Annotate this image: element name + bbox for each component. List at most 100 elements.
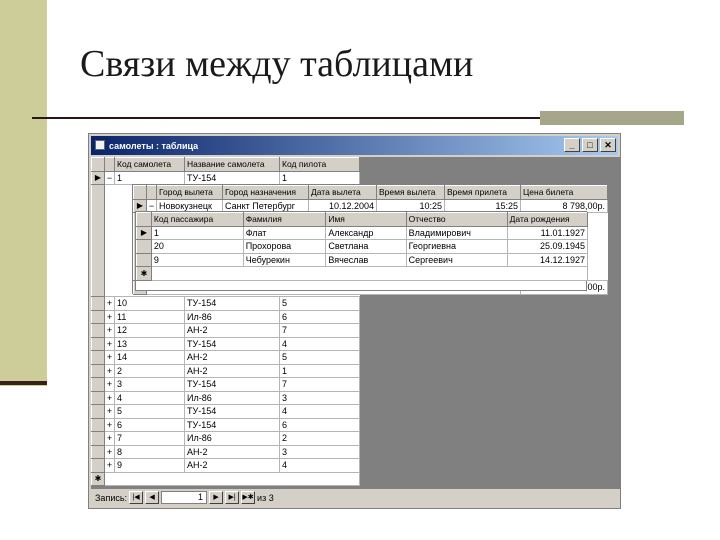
column-header[interactable]: Город вылета <box>156 185 223 200</box>
new-record-icon[interactable]: ▶✱ <box>241 491 256 504</box>
cell[interactable]: ТУ-154 <box>184 377 280 392</box>
table-row[interactable]: +2 АН-2 1 <box>91 363 360 378</box>
cell[interactable]: 12 <box>114 323 185 338</box>
cell[interactable]: Георгиевна <box>405 239 508 254</box>
cell[interactable]: 10 <box>114 296 185 311</box>
table-row[interactable]: +12 АН-2 7 <box>91 323 360 338</box>
column-header[interactable]: Цена билета <box>520 185 608 200</box>
cell[interactable]: АН-2 <box>184 444 280 459</box>
column-header[interactable]: Дата вылета <box>308 185 377 200</box>
cell[interactable]: 3 <box>114 377 185 392</box>
cell[interactable]: АН-2 <box>184 323 280 338</box>
cell[interactable]: ТУ-154 <box>184 336 280 351</box>
cell[interactable]: 25.09.1945 <box>506 239 589 254</box>
cell[interactable]: 20 <box>150 239 244 254</box>
expand-icon[interactable]: + <box>104 444 115 459</box>
table-row[interactable]: +7 Ил-86 2 <box>91 431 360 446</box>
window-titlebar[interactable]: самолеты : таблица _ □ ✕ <box>91 136 618 155</box>
expand-icon[interactable]: + <box>104 363 115 378</box>
record-number-input[interactable]: 1 <box>161 491 208 504</box>
cell[interactable]: АН-2 <box>184 363 280 378</box>
table-row[interactable]: +14 АН-2 5 <box>91 350 360 365</box>
table-row[interactable]: +10 ТУ-154 5 <box>91 296 360 311</box>
cell[interactable]: ТУ-154 <box>184 170 280 185</box>
cell[interactable]: Владимирович <box>405 225 508 240</box>
cell[interactable]: 4 <box>279 404 360 419</box>
table-row[interactable]: ▶ − 1 ТУ-154 1 <box>91 170 360 185</box>
table-row[interactable]: +4 Ил-86 3 <box>91 390 360 405</box>
table-row[interactable]: 20 Прохорова Светлана Георгиевна 25.09.1945 <box>136 239 589 254</box>
first-record-icon[interactable]: |◀ <box>129 491 144 504</box>
cell[interactable]: 6 <box>279 309 360 324</box>
cell[interactable]: 13 <box>114 336 185 351</box>
next-record-icon[interactable]: ▶ <box>209 491 224 504</box>
cell[interactable]: АН-2 <box>184 350 280 365</box>
table-row[interactable]: +6 ТУ-154 6 <box>91 417 360 432</box>
expand-icon[interactable]: + <box>104 323 115 338</box>
table-row[interactable]: +13 ТУ-154 4 <box>91 336 360 351</box>
expand-icon[interactable]: + <box>104 309 115 324</box>
cell[interactable]: Прохорова <box>242 239 327 254</box>
cell[interactable]: 5 <box>279 296 360 311</box>
table-row[interactable]: 9 Чебурекин Вячеслав Сергеевич 14.12.1927 <box>136 252 589 267</box>
table-row[interactable]: +3 ТУ-154 7 <box>91 377 360 392</box>
cell[interactable]: Чебурекин <box>242 252 327 267</box>
expand-icon[interactable]: + <box>104 390 115 405</box>
expand-icon[interactable]: + <box>104 296 115 311</box>
cell[interactable]: Ил-86 <box>184 309 280 324</box>
cell[interactable]: 1 <box>150 225 244 240</box>
cell[interactable]: 11.01.1927 <box>506 225 589 240</box>
cell[interactable]: 6 <box>279 417 360 432</box>
cell[interactable]: 7 <box>279 323 360 338</box>
cell[interactable]: ТУ-154 <box>184 296 280 311</box>
cell[interactable]: 9 <box>114 458 185 473</box>
column-header[interactable]: Код самолета <box>114 157 185 172</box>
current-record-icon[interactable]: ▶ <box>91 170 105 185</box>
cell[interactable]: Флат <box>242 225 327 240</box>
table-row[interactable]: +9 АН-2 4 <box>91 458 360 473</box>
cell[interactable]: Сергеевич <box>405 252 508 267</box>
cell[interactable]: Ил-86 <box>184 390 280 405</box>
column-header[interactable]: Время вылета <box>376 185 445 200</box>
cell[interactable]: 5 <box>279 350 360 365</box>
maximize-button[interactable]: □ <box>582 138 598 152</box>
cell[interactable]: 1 <box>114 170 185 185</box>
column-header[interactable]: Отчество <box>405 212 508 227</box>
column-header[interactable]: Название самолета <box>184 157 280 172</box>
cell[interactable]: Ил-86 <box>184 431 280 446</box>
expand-icon[interactable]: + <box>104 336 115 351</box>
column-header[interactable]: Время прилета <box>444 185 521 200</box>
table-row[interactable]: +5 ТУ-154 4 <box>91 404 360 419</box>
cell[interactable]: Александр <box>325 225 407 240</box>
cell[interactable]: 1 <box>279 363 360 378</box>
cell[interactable]: ТУ-154 <box>184 417 280 432</box>
collapse-icon[interactable]: − <box>104 170 115 185</box>
cell[interactable]: 2 <box>114 363 185 378</box>
column-header[interactable]: Дата рождения <box>506 212 589 227</box>
cell[interactable]: 7 <box>279 377 360 392</box>
cell[interactable]: 4 <box>279 336 360 351</box>
expand-icon[interactable]: + <box>104 377 115 392</box>
cell[interactable]: Светлана <box>325 239 407 254</box>
column-header[interactable]: Город назначения <box>222 185 309 200</box>
expand-icon[interactable]: + <box>104 458 115 473</box>
column-header[interactable]: Код пилота <box>279 157 360 172</box>
cell[interactable]: 4 <box>114 390 185 405</box>
cell[interactable]: 14 <box>114 350 185 365</box>
corner-cell[interactable] <box>91 157 105 172</box>
column-header[interactable]: Код пассажира <box>150 212 244 227</box>
cell[interactable]: 3 <box>279 444 360 459</box>
expand-icon[interactable]: + <box>104 350 115 365</box>
minimize-button[interactable]: _ <box>564 138 580 152</box>
cell[interactable]: ТУ-154 <box>184 404 280 419</box>
last-record-icon[interactable]: ▶| <box>225 491 240 504</box>
table-row[interactable]: ▶ 1 Флат Александр Владимирович 11.01.1927 <box>136 225 589 240</box>
cell[interactable]: 5 <box>114 404 185 419</box>
table-row[interactable]: +11 Ил-86 6 <box>91 309 360 324</box>
cell[interactable]: Вячеслав <box>325 252 407 267</box>
previous-record-icon[interactable]: ◀ <box>145 491 160 504</box>
table-row[interactable]: +8 АН-2 3 <box>91 444 360 459</box>
expand-icon[interactable]: + <box>104 431 115 446</box>
cell[interactable]: 11 <box>114 309 185 324</box>
cell[interactable]: 3 <box>279 390 360 405</box>
